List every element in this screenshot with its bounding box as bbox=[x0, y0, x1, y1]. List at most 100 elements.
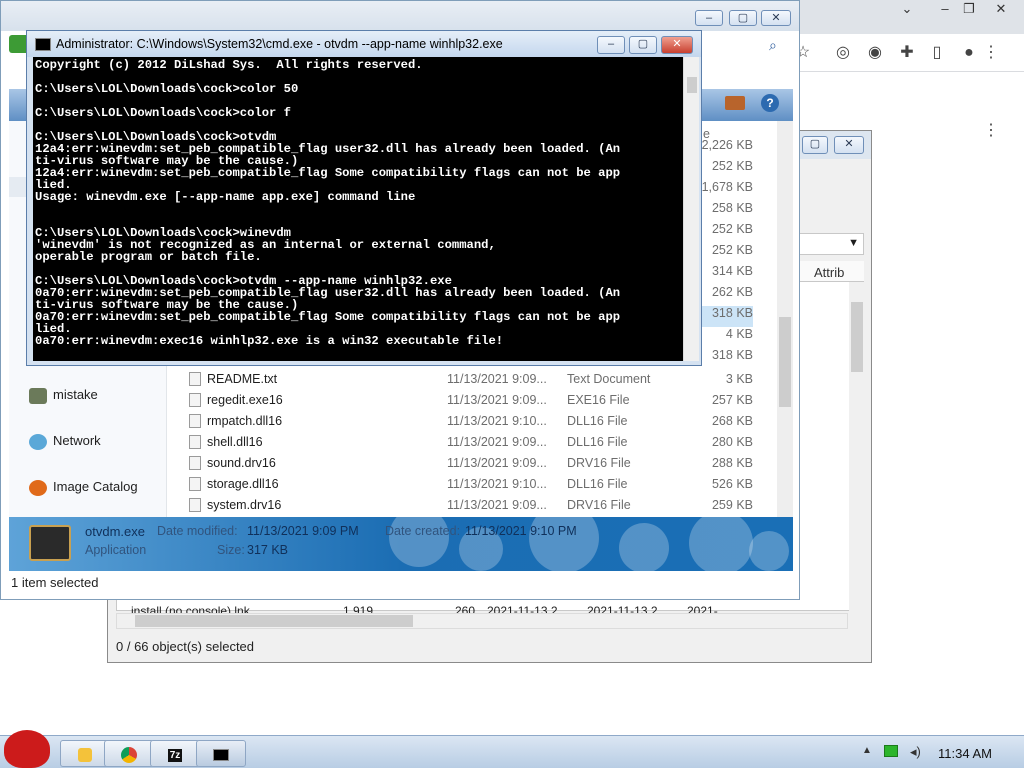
file-date: 11/13/2021 9:10... bbox=[447, 414, 547, 428]
sevenzip-vertical-scrollbar[interactable] bbox=[849, 282, 865, 612]
nav-item-image-catalog[interactable]: Image Catalog bbox=[29, 479, 138, 496]
file-type: EXE16 File bbox=[567, 393, 630, 407]
taskbar-explorer-button[interactable] bbox=[60, 740, 110, 767]
explorer-titlebar bbox=[1, 1, 799, 31]
extension-icon[interactable]: ◎ bbox=[832, 42, 854, 64]
explorer-vertical-scrollbar[interactable] bbox=[777, 121, 793, 517]
file-icon bbox=[189, 435, 201, 449]
table-row[interactable]: README.txt 11/13/2021 9:09... Text Docum… bbox=[171, 369, 775, 390]
start-button-angry-bird-icon[interactable] bbox=[4, 730, 50, 768]
details-filename: otvdm.exe bbox=[85, 524, 145, 539]
file-size: 259 KB bbox=[711, 498, 753, 512]
file-date: 11/13/2021 9:09... bbox=[447, 372, 547, 386]
file-size: 526 KB bbox=[711, 477, 753, 491]
file-size: 257 KB bbox=[711, 393, 753, 407]
network-icon bbox=[29, 433, 47, 450]
mistake-folder-icon bbox=[29, 387, 47, 404]
taskbar-clock[interactable]: 11:34 AM bbox=[938, 746, 992, 761]
console-app-icon bbox=[35, 38, 51, 51]
nav-item-mistake[interactable]: mistake bbox=[29, 387, 98, 404]
table-row[interactable]: storage.dll16 11/13/2021 9:10... DLL16 F… bbox=[171, 474, 775, 495]
view-options-icon[interactable] bbox=[725, 96, 745, 110]
taskbar-7zip-button[interactable]: 7z bbox=[150, 740, 200, 767]
volume-icon[interactable]: ◂) bbox=[910, 744, 921, 760]
extension-flag-icon[interactable]: ◉ bbox=[864, 42, 886, 64]
attrib-column-header[interactable]: Attrib bbox=[814, 265, 844, 280]
file-name: README.txt bbox=[207, 372, 278, 386]
nav-item-label: Network bbox=[53, 433, 101, 448]
explorer-maximize-button[interactable]: ▢ bbox=[729, 10, 757, 26]
file-size: 288 KB bbox=[711, 456, 753, 470]
sevenzip-restore-button[interactable]: ▢ bbox=[802, 136, 828, 154]
file-icon bbox=[189, 498, 201, 512]
file-size: 280 KB bbox=[711, 435, 753, 449]
details-size-label: Size: bbox=[217, 543, 245, 557]
sevenzip-status-text: 0 / 66 object(s) selected bbox=[116, 639, 255, 654]
sevenzip-horizontal-scrollbar[interactable] bbox=[116, 613, 848, 629]
table-row[interactable]: sound.drv16 11/13/2021 9:09... DRV16 Fil… bbox=[171, 453, 775, 474]
file-icon bbox=[189, 456, 201, 470]
explorer-status-text: 1 item selected bbox=[11, 575, 99, 590]
path-dropdown-icon[interactable]: ▼ bbox=[848, 237, 859, 249]
side-panel-icon[interactable]: ▯ bbox=[926, 42, 948, 64]
file-date: 11/13/2021 9:10... bbox=[447, 477, 547, 491]
taskbar: 7z ▲ ◂) 11:34 AM bbox=[0, 730, 1024, 768]
console-output-area[interactable]: Copyright (c) 2012 DiLshad Sys. All righ… bbox=[33, 57, 699, 361]
network-tray-icon[interactable] bbox=[884, 745, 898, 757]
table-row[interactable]: rmpatch.dll16 11/13/2021 9:10... DLL16 F… bbox=[171, 411, 775, 432]
taskbar-chrome-button[interactable] bbox=[104, 740, 154, 767]
file-icon bbox=[189, 393, 201, 407]
file-type: DLL16 File bbox=[567, 435, 628, 449]
file-name: storage.dll16 bbox=[207, 477, 279, 491]
console-scroll-thumb[interactable] bbox=[687, 77, 697, 93]
details-size-value: 317 KB bbox=[247, 543, 289, 557]
file-size: 3 KB bbox=[725, 372, 753, 386]
console-title: Administrator: C:\Windows\System32\cmd.e… bbox=[56, 37, 503, 51]
sevenzip-hscroll-thumb[interactable] bbox=[135, 615, 413, 627]
console-close-button[interactable]: ✕ bbox=[661, 36, 693, 54]
chrome-restore-button[interactable]: ❐ bbox=[952, 0, 986, 20]
nav-item-network[interactable]: Network bbox=[29, 433, 101, 450]
file-date: 11/13/2021 9:09... bbox=[447, 393, 547, 407]
chrome-close-button[interactable]: ✕ bbox=[984, 0, 1018, 20]
file-name: sound.drv16 bbox=[207, 456, 276, 470]
table-row[interactable]: system.drv16 11/13/2021 9:09... DRV16 Fi… bbox=[171, 495, 775, 516]
file-type: DRV16 File bbox=[567, 456, 631, 470]
sevenzip-icon: 7z bbox=[167, 749, 183, 762]
chrome-menu-icon[interactable]: ⋮ bbox=[980, 42, 1002, 64]
console-icon bbox=[213, 748, 229, 761]
sevenzip-scroll-thumb[interactable] bbox=[851, 302, 863, 372]
details-modified-value: 11/13/2021 9:09 PM bbox=[247, 524, 359, 538]
explorer-minimize-button[interactable]: – bbox=[695, 10, 723, 26]
explorer-folder-icon bbox=[78, 747, 92, 762]
file-date: 11/13/2021 9:09... bbox=[447, 498, 547, 512]
file-type: DLL16 File bbox=[567, 414, 628, 428]
page-menu-icon[interactable]: ⋮ bbox=[980, 120, 1002, 142]
console-minimize-button[interactable]: – bbox=[597, 36, 625, 54]
file-date: 11/13/2021 9:09... bbox=[447, 435, 547, 449]
table-row[interactable]: shell.dll16 11/13/2021 9:09... DLL16 Fil… bbox=[171, 432, 775, 453]
table-row[interactable]: regedit.exe16 11/13/2021 9:09... EXE16 F… bbox=[171, 390, 775, 411]
taskbar-console-button[interactable] bbox=[196, 740, 246, 767]
show-hidden-icons-chevron-icon[interactable]: ▲ bbox=[862, 745, 872, 756]
help-icon[interactable]: ? bbox=[761, 94, 779, 112]
file-type: DLL16 File bbox=[567, 477, 628, 491]
console-output-text: Copyright (c) 2012 DiLshad Sys. All righ… bbox=[35, 58, 621, 348]
details-pane: otvdm.exe Date modified: 11/13/2021 9:09… bbox=[9, 517, 793, 571]
file-icon bbox=[189, 414, 201, 428]
sevenzip-close-button[interactable]: ✕ bbox=[834, 136, 864, 154]
file-icon bbox=[189, 372, 201, 386]
explorer-scroll-thumb[interactable] bbox=[779, 317, 791, 407]
chrome-tab-search-icon[interactable]: ⌄ bbox=[890, 0, 924, 20]
extensions-puzzle-icon[interactable]: ✚ bbox=[896, 42, 918, 64]
file-name: system.drv16 bbox=[207, 498, 282, 512]
image-catalog-icon bbox=[29, 479, 47, 496]
console-scrollbar[interactable] bbox=[683, 57, 699, 361]
file-name: regedit.exe16 bbox=[207, 393, 283, 407]
search-icon[interactable]: ⌕ bbox=[769, 37, 777, 54]
explorer-close-button[interactable]: ✕ bbox=[761, 10, 791, 26]
profile-avatar-icon[interactable]: ● bbox=[958, 42, 980, 64]
details-created-label: Date created: bbox=[385, 524, 461, 538]
console-maximize-button[interactable]: ▢ bbox=[629, 36, 657, 54]
console-window: Administrator: C:\Windows\System32\cmd.e… bbox=[26, 30, 702, 366]
